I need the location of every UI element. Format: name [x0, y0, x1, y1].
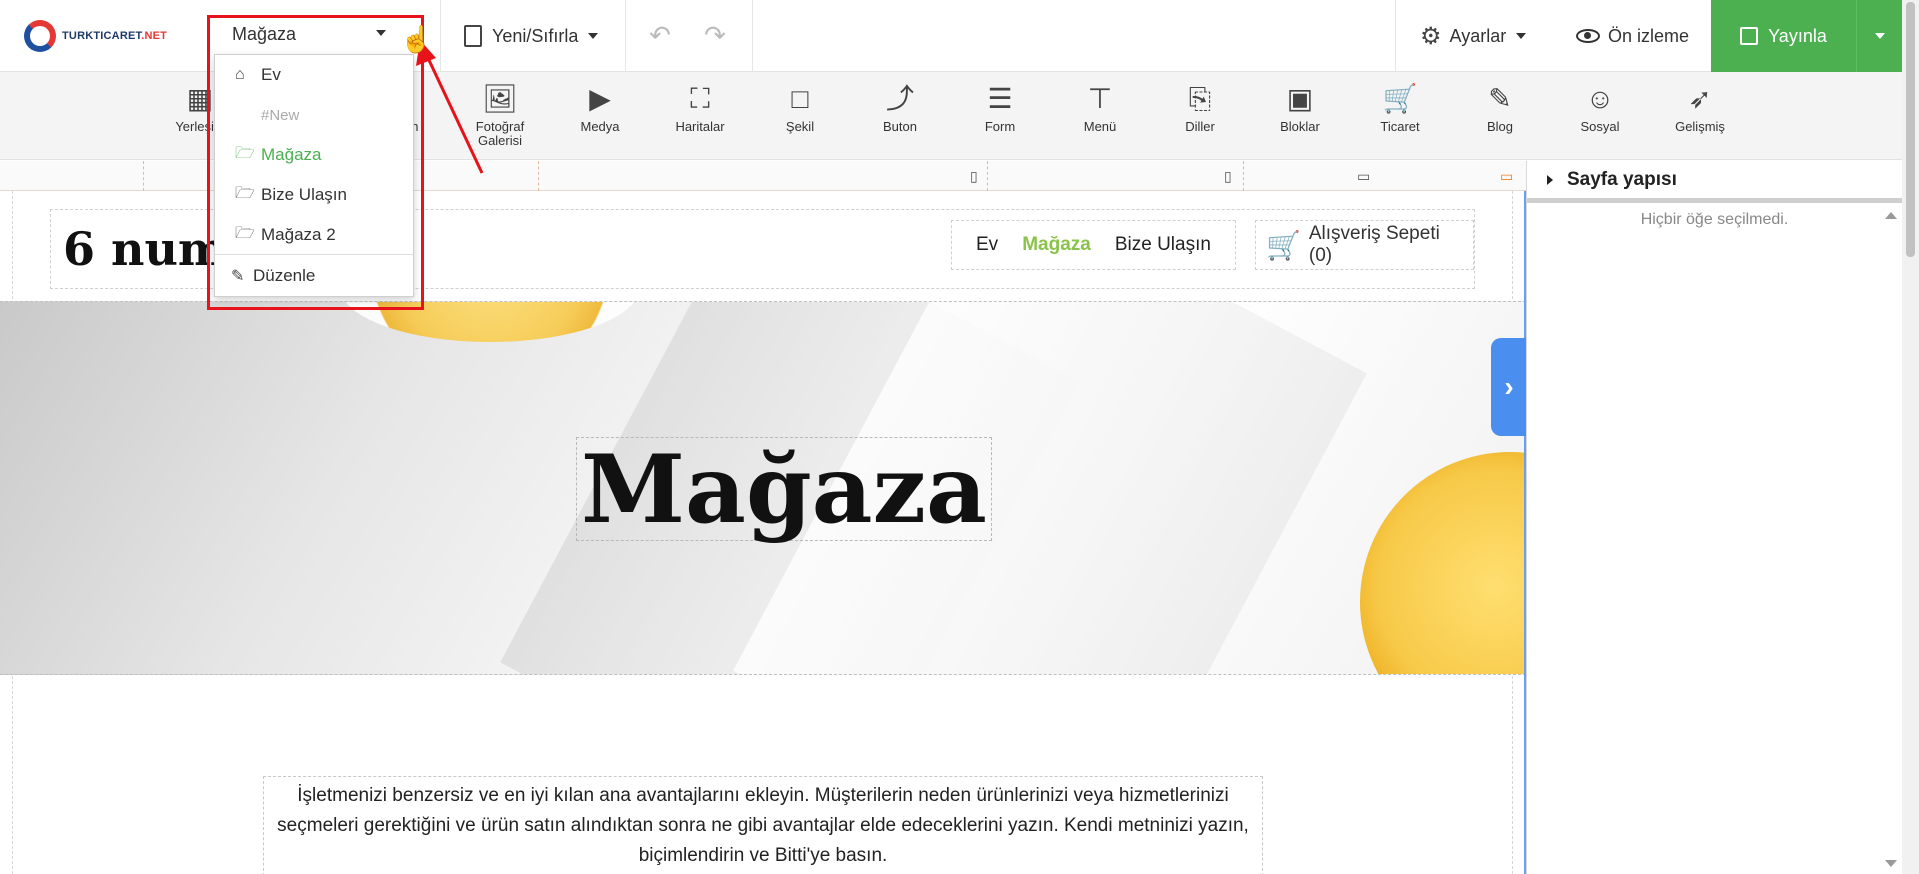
play-icon: ▶	[589, 83, 611, 114]
logo-accent: .NET	[141, 30, 168, 42]
highlight-annotation	[207, 15, 424, 310]
mobile-icon[interactable]: ▯	[970, 168, 978, 185]
tool-label: Form	[984, 119, 1016, 134]
nav-link-store[interactable]: Mağaza	[1022, 234, 1091, 256]
tablet-icon[interactable]: ▯	[1224, 168, 1232, 185]
shape-icon: □	[791, 83, 809, 114]
tool-label: Gelişmiş	[1675, 119, 1725, 134]
hero-title[interactable]: Mağaza	[576, 437, 992, 542]
chevron-down-icon	[588, 33, 599, 39]
chevron-down-icon	[1516, 33, 1527, 39]
share-icon: ⤴	[885, 83, 914, 114]
settings-label: Ayarlar	[1449, 25, 1507, 46]
sitemap-icon: ⊤	[1087, 83, 1113, 114]
tool-button[interactable]: ⤴ Buton	[855, 82, 945, 152]
form-icon: ☰	[987, 83, 1013, 114]
preview-button[interactable]: Ön izleme	[1576, 18, 1689, 54]
site-title[interactable]: 6 num	[63, 222, 227, 276]
hand-cursor-icon: ☝	[400, 24, 433, 54]
scroll-up-icon[interactable]	[1885, 212, 1897, 219]
nav-link-home[interactable]: Ev	[976, 234, 998, 256]
new-reset-label: Yeni/Sıfırla	[492, 25, 579, 46]
users-icon: ☺	[1585, 83, 1615, 114]
rocket-icon: ➶	[1688, 83, 1712, 114]
chevron-right-icon: ›	[1504, 371, 1514, 402]
scrollbar-thumb[interactable]	[1906, 2, 1915, 257]
tool-advanced[interactable]: ➶ Gelişmiş	[1655, 82, 1745, 152]
blocks-icon: ▣	[1286, 83, 1314, 114]
tool-languages[interactable]: ⎘ Diller	[1155, 82, 1245, 152]
tool-maps[interactable]: ⛶ Haritalar	[655, 82, 745, 152]
redo-icon[interactable]: ↷	[700, 20, 730, 50]
divider	[440, 0, 441, 72]
language-icon: ⎘	[1188, 83, 1212, 114]
panel-toggle-button[interactable]: ›	[1491, 338, 1527, 436]
divider	[1395, 0, 1396, 72]
breakpoint-divider	[987, 161, 988, 191]
eye-icon	[1576, 29, 1600, 43]
breakpoint-divider	[1243, 161, 1244, 191]
tool-label: Sosyal	[1580, 119, 1620, 134]
logo-text: TURKTICARET	[62, 30, 142, 42]
cart-widget[interactable]: 🛒 Alışveriş Sepeti (0)	[1255, 220, 1474, 270]
undo-icon[interactable]: ↶	[645, 20, 675, 50]
tool-gallery[interactable]: 🖼 Fotoğraf Galerisi	[455, 82, 545, 152]
publish-label: Yayınla	[1768, 25, 1827, 46]
tool-label: Buton	[883, 119, 917, 134]
divider	[625, 0, 626, 72]
page-structure-panel: Sayfa yapısı Hiçbir öğe seçilmedi.	[1526, 161, 1902, 874]
gear-icon: ⚙	[1420, 22, 1442, 50]
chevron-down-icon	[1874, 33, 1885, 39]
tool-label: Haritalar	[675, 119, 725, 134]
scrollbar[interactable]	[1902, 0, 1919, 874]
settings-button[interactable]: ⚙ Ayarlar	[1420, 18, 1527, 54]
tool-commerce[interactable]: 🛒 Ticaret	[1355, 82, 1445, 152]
panel-title: Sayfa yapısı	[1567, 168, 1677, 190]
panel-empty-message: Hiçbir öğe seçilmedi.	[1640, 211, 1789, 228]
tool-shape[interactable]: □ Şekil	[755, 82, 845, 152]
laptop-icon[interactable]: ▭	[1357, 168, 1370, 185]
tool-media[interactable]: ▶ Medya	[555, 82, 645, 152]
publish-options-button[interactable]	[1856, 0, 1902, 72]
cart-label: Alışveriş Sepeti (0)	[1308, 223, 1440, 266]
tool-label: Medya	[580, 119, 620, 134]
caret-right-icon	[1547, 174, 1553, 185]
tool-label: Ticaret	[1380, 119, 1420, 134]
save-icon	[1740, 27, 1759, 45]
breakpoint-divider	[538, 161, 539, 191]
map-icon: ⛶	[690, 83, 710, 114]
divider	[752, 0, 753, 72]
tool-menu[interactable]: ⊤ Menü	[1055, 82, 1145, 152]
logo-mark-icon	[24, 20, 56, 52]
tool-label: Bloklar	[1280, 119, 1320, 134]
tool-label: Fotoğraf Galerisi	[475, 119, 525, 148]
preview-label: Ön izleme	[1608, 25, 1690, 46]
tool-social[interactable]: ☺ Sosyal	[1555, 82, 1645, 152]
desktop-icon[interactable]: ▭	[1500, 168, 1513, 185]
gallery-icon: 🖼	[482, 83, 518, 114]
panel-header[interactable]: Sayfa yapısı	[1527, 161, 1902, 203]
document-icon	[464, 25, 482, 47]
new-reset-button[interactable]: Yeni/Sıfırla	[464, 18, 599, 54]
cart-icon: 🛒	[1266, 229, 1301, 261]
tool-label: Blog	[1486, 119, 1514, 134]
tool-blog[interactable]: ✎ Blog	[1455, 82, 1545, 152]
tool-blocks[interactable]: ▣ Bloklar	[1255, 82, 1345, 152]
logo[interactable]: TURKTICARET.NET	[24, 18, 167, 54]
tool-label: Şekil	[785, 119, 815, 134]
site-nav[interactable]: Ev Mağaza Bize Ulaşın	[951, 220, 1236, 270]
cart-icon: 🛒	[1382, 83, 1418, 114]
hero-section[interactable]: Mağaza	[0, 301, 1526, 675]
edit-icon: ✎	[1488, 83, 1512, 114]
tool-form[interactable]: ☰ Form	[955, 82, 1045, 152]
tool-label: Diller	[1185, 119, 1215, 134]
feature-text[interactable]: İşletmenizi benzersiz ve en iyi kılan an…	[263, 776, 1263, 874]
breakpoint-divider	[143, 161, 144, 191]
lemon-image	[1360, 452, 1526, 674]
scroll-down-icon[interactable]	[1885, 860, 1897, 867]
nav-link-contact[interactable]: Bize Ulaşın	[1115, 234, 1211, 256]
tool-label: Menü	[1083, 119, 1117, 134]
publish-button[interactable]: Yayınla	[1711, 0, 1856, 72]
